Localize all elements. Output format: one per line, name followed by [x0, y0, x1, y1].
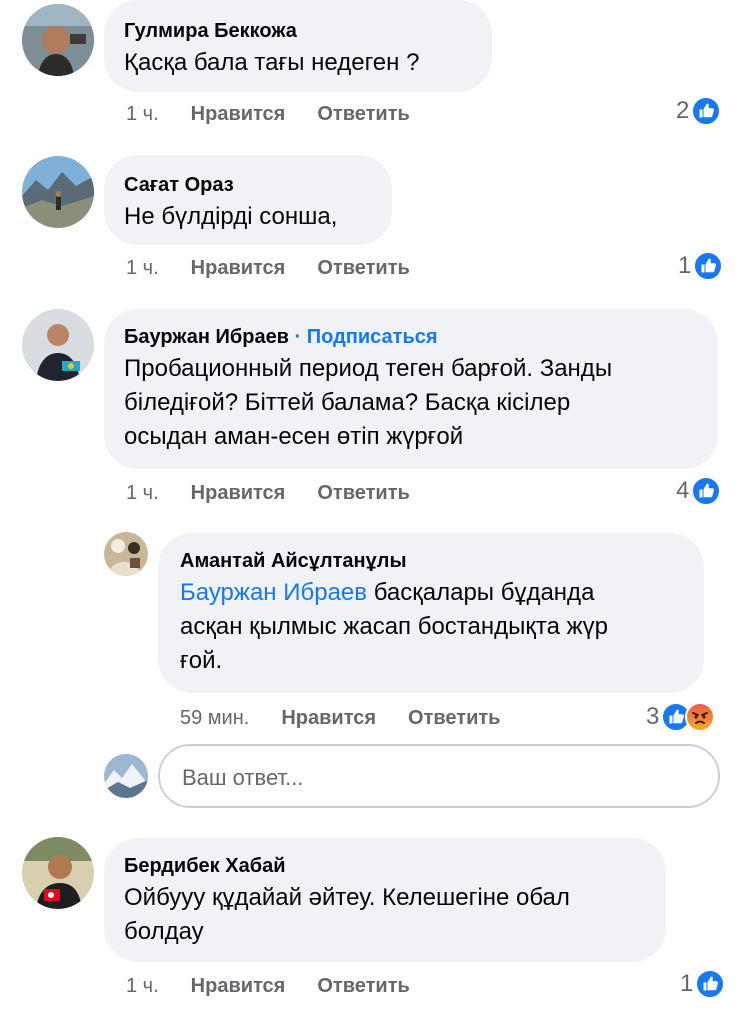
comment-text-line: болдау — [124, 918, 204, 945]
like-icon — [695, 969, 725, 999]
reaction-count: 1 — [680, 970, 694, 997]
comment-text-line: Пробационный период теген барғой. Занды — [124, 355, 613, 382]
comment-text-line: осыдан аман-есен өтіп жүрғой — [124, 423, 464, 450]
angry-icon — [685, 702, 715, 732]
reaction-summary[interactable]: 3 — [646, 702, 715, 732]
avatar[interactable] — [22, 4, 94, 76]
reaction-summary[interactable]: 4 — [676, 476, 721, 506]
reply-meta: 59 мин. Нравится Ответить — [180, 707, 500, 730]
comment-text-line: біледіғой? Біттей балама? Басқа кісілер — [124, 389, 571, 416]
like-button[interactable]: Нравится — [281, 707, 376, 729]
current-user-avatar — [104, 754, 148, 798]
reaction-count: 4 — [676, 477, 690, 504]
reply-text-line: асқан қылмыс жасап бостандықта жүр — [180, 613, 609, 640]
subscribe-link[interactable]: · Подписаться — [295, 326, 438, 348]
like-button[interactable]: Нравится — [191, 975, 286, 997]
reaction-summary[interactable]: 1 — [678, 251, 723, 281]
like-button[interactable]: Нравится — [191, 103, 286, 125]
comment-text-line: Ойбууу құдайай әйтеу. Келешегіне обал — [124, 884, 570, 911]
reaction-summary[interactable]: 2 — [676, 96, 721, 126]
comment-bubble: Гулмира Беккожа Қасқа бала тағы недеген … — [104, 0, 492, 92]
avatar-photo — [22, 4, 94, 76]
reply-button[interactable]: Ответить — [317, 975, 409, 997]
comment-bubble: Сағат Ораз Не бүлдірді сонша, — [104, 155, 392, 245]
reply-button[interactable]: Ответить — [317, 482, 409, 504]
reply-text-line: Бауржан Ибраев басқалары бұданда — [180, 576, 682, 610]
avatar-photo — [22, 309, 94, 381]
comment-bubble: Бердибек Хабай Ойбууу құдайай әйтеу. Кел… — [104, 838, 666, 962]
comment-meta: 1 ч. Нравится Ответить — [126, 975, 410, 998]
avatar-photo — [22, 837, 94, 909]
reply-author[interactable]: Амантай Айсұлтанұлы — [180, 548, 682, 574]
reply-input[interactable] — [180, 762, 684, 794]
like-icon — [691, 476, 721, 506]
comment-author[interactable]: Гулмира Беккожа — [124, 18, 472, 44]
like-icon — [693, 251, 723, 281]
comment-time[interactable]: 1 ч. — [126, 257, 159, 279]
reply-text: басқалары бұданда — [367, 579, 595, 606]
avatar-photo — [104, 754, 148, 798]
comment-text: Не бүлдірді сонша, — [124, 203, 338, 230]
reply-button[interactable]: Ответить — [317, 257, 409, 279]
reply-text-line: ғой. — [180, 647, 223, 674]
comment-author[interactable]: Бердибек Хабай — [124, 853, 646, 879]
reaction-summary[interactable]: 1 — [680, 969, 725, 999]
reply-button[interactable]: Ответить — [408, 707, 500, 729]
comment-time[interactable]: 1 ч. — [126, 103, 159, 125]
reply-bubble: Амантай Айсұлтанұлы Бауржан Ибраев басқа… — [158, 533, 704, 693]
avatar-photo — [104, 532, 148, 576]
reply-button[interactable]: Ответить — [317, 103, 409, 125]
avatar[interactable] — [22, 837, 94, 909]
comment-meta: 1 ч. Нравится Ответить — [126, 482, 410, 505]
reply-time[interactable]: 59 мин. — [180, 707, 249, 729]
reaction-count: 3 — [646, 703, 660, 730]
comment-time[interactable]: 1 ч. — [126, 482, 159, 504]
reply-input-box[interactable] — [158, 744, 720, 808]
comment-bubble: Бауржан Ибраев · Подписаться Пробационны… — [104, 309, 718, 469]
comment-time[interactable]: 1 ч. — [126, 975, 159, 997]
avatar[interactable] — [22, 309, 94, 381]
mention-link[interactable]: Бауржан Ибраев — [180, 579, 367, 606]
comment-author[interactable]: Бауржан Ибраев — [124, 326, 289, 348]
reaction-count: 2 — [676, 97, 690, 124]
comment-author-row: Бауржан Ибраев · Подписаться — [124, 324, 698, 350]
like-icon — [691, 96, 721, 126]
comment-text: Қасқа бала тағы недеген ? — [124, 49, 420, 76]
like-button[interactable]: Нравится — [191, 257, 286, 279]
like-button[interactable]: Нравится — [191, 482, 286, 504]
avatar[interactable] — [22, 156, 94, 228]
reaction-count: 1 — [678, 252, 692, 279]
avatar-photo — [22, 156, 94, 228]
comment-author[interactable]: Сағат Ораз — [124, 172, 372, 198]
comment-meta: 1 ч. Нравится Ответить — [126, 103, 410, 126]
comment-meta: 1 ч. Нравится Ответить — [126, 257, 410, 280]
avatar[interactable] — [104, 532, 148, 576]
